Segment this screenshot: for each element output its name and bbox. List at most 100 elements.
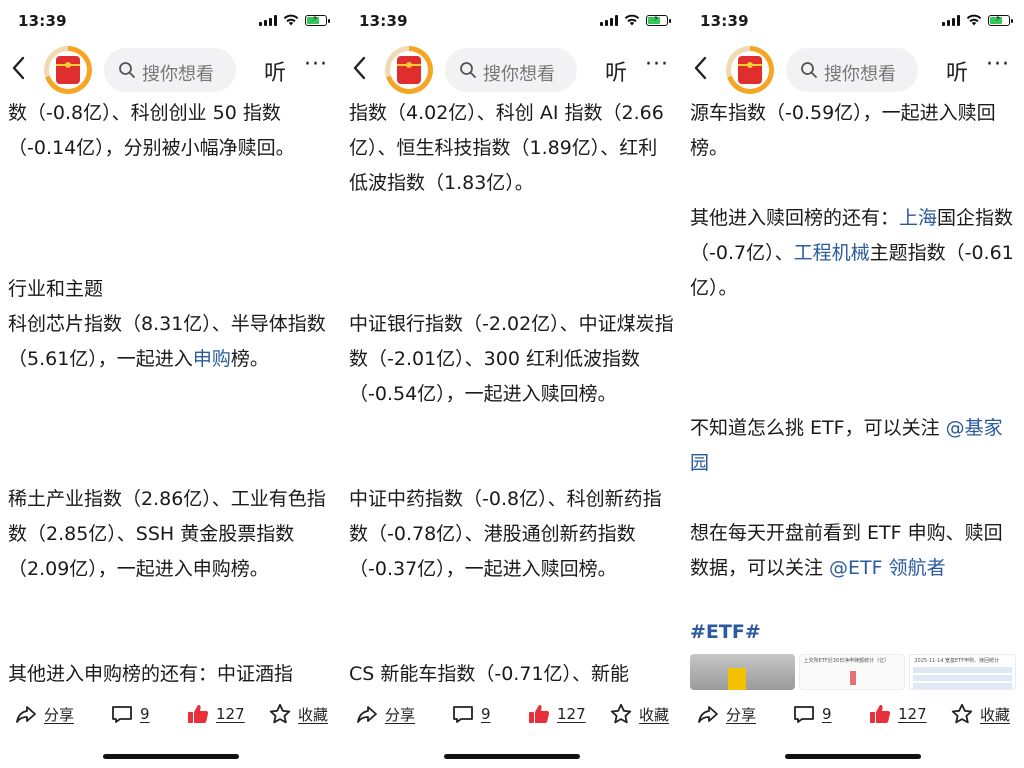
phone-screen-2: 13:39 ⚡ 搜你想看 听 ··· 指数（4.02亿）、科创 AI 指数（2.…: [341, 0, 682, 768]
status-time: 13:39: [700, 12, 749, 30]
article-paragraph: 中证银行指数（-2.02亿）、中证煤炭指数（-2.01亿）、300 红利低波指数…: [349, 307, 674, 412]
status-time: 13:39: [359, 12, 408, 30]
search-icon: [119, 62, 135, 78]
like-button[interactable]: 127: [186, 702, 245, 726]
paragraph-text: 不知道怎么挑 ETF，可以关注: [690, 417, 946, 439]
like-icon: [529, 705, 550, 723]
avatar-redbag-icon[interactable]: [726, 46, 774, 94]
paragraph-text: 其他进入申购榜的还有：中证酒指: [8, 663, 294, 685]
like-icon: [870, 705, 891, 723]
share-label: 分享: [385, 705, 416, 724]
comment-count: 9: [140, 705, 150, 723]
listen-icon[interactable]: 听: [264, 55, 286, 87]
inline-link[interactable]: 工程机械: [794, 242, 870, 264]
favorite-button[interactable]: 收藏: [268, 702, 328, 726]
inline-link[interactable]: @ETF 领航者: [829, 557, 946, 579]
signal-icon: [259, 14, 277, 26]
favorite-button[interactable]: 收藏: [950, 702, 1010, 726]
article-paragraph: 想在每天开盘前看到 ETF 申购、赎回数据，可以关注 @ETF 领航者: [690, 516, 1016, 586]
share-button[interactable]: 分享: [696, 702, 756, 726]
back-button[interactable]: [349, 54, 371, 82]
comment-button[interactable]: 9: [792, 702, 832, 726]
favorite-button[interactable]: 收藏: [609, 702, 669, 726]
inline-link[interactable]: 上海: [899, 207, 937, 229]
article-paragraph: 源车指数（-0.59亿），一起进入赎回榜。: [690, 96, 1016, 166]
search-box[interactable]: 搜你想看: [445, 48, 577, 92]
paragraph-text: 中证中药指数（-0.8亿）、科创新药指数（-0.78亿）、港股通创新药指数（-0…: [349, 488, 662, 580]
hashtag-link[interactable]: #ETF#: [690, 621, 761, 643]
article-paragraph: 其他进入赎回榜的还有：上海国企指数（-0.7亿）、工程机械主题指数（-0.61亿…: [690, 201, 1016, 306]
comment-icon: [794, 706, 814, 723]
like-count: 127: [898, 705, 927, 723]
signal-icon: [600, 14, 618, 26]
home-indicator: [785, 754, 921, 759]
article-paragraph: 科创芯片指数（8.31亿）、半导体指数（5.61亿），一起进入申购榜。: [8, 307, 333, 377]
battery-icon: ⚡: [305, 14, 330, 26]
paragraph-text: 行业和主题: [8, 278, 104, 300]
comment-count: 9: [822, 705, 832, 723]
listen-icon[interactable]: 听: [946, 55, 968, 87]
like-button[interactable]: 127: [868, 702, 927, 726]
search-box[interactable]: 搜你想看: [786, 48, 918, 92]
comment-count: 9: [481, 705, 491, 723]
star-icon: [951, 703, 973, 724]
thumbnail-chart[interactable]: 上交所ETF近30日净申赎额统计（亿）: [798, 654, 906, 690]
nav-bar: 搜你想看 听 ···: [682, 44, 1024, 96]
star-icon: [610, 703, 632, 724]
comment-button[interactable]: 9: [110, 702, 150, 726]
nav-bar: 搜你想看 听 ···: [341, 44, 682, 96]
comment-button[interactable]: 9: [451, 702, 491, 726]
back-icon: [353, 56, 366, 80]
home-indicator: [443, 754, 580, 759]
thumbnail-table-row: [913, 683, 1013, 689]
more-icon[interactable]: ···: [986, 52, 1010, 77]
wifi-icon: [624, 14, 640, 26]
article-content: 数（-0.8亿）、科创创业 50 指数（-0.14亿），分别被小幅净赎回。行业和…: [8, 96, 333, 690]
listen-icon[interactable]: 听: [605, 55, 627, 87]
share-icon: [357, 706, 377, 723]
favorite-label: 收藏: [639, 705, 670, 724]
article-paragraph: 中证中药指数（-0.8亿）、科创新药指数（-0.78亿）、港股通创新药指数（-0…: [349, 482, 674, 587]
search-icon: [460, 62, 476, 78]
action-bar: 分享 9 127 收藏: [682, 696, 1024, 734]
status-bar: 13:39 ⚡: [341, 0, 682, 40]
search-box[interactable]: 搜你想看: [104, 48, 236, 92]
article-paragraph: 行业和主题: [8, 272, 333, 307]
share-button[interactable]: 分享: [14, 702, 74, 726]
status-icons: ⚡: [600, 14, 671, 26]
wifi-icon: [283, 14, 299, 26]
back-button[interactable]: [8, 54, 30, 82]
action-bar: 分享 9 127 收藏: [0, 696, 341, 734]
thumbnail-table[interactable]: 2025-11-14 宽基ETF申购、赎回统计: [909, 654, 1016, 690]
favorite-label: 收藏: [298, 705, 329, 724]
article-paragraph: 指数（4.02亿）、科创 AI 指数（2.66亿）、恒生科技指数（1.89亿）、…: [349, 96, 674, 201]
paragraph-text: 中证银行指数（-2.02亿）、中证煤炭指数（-2.01亿）、300 红利低波指数…: [349, 313, 674, 405]
image-thumbnails: 上交所ETF近30日净申赎额统计（亿） 2025-11-14 宽基ETF申购、赎回…: [690, 654, 1016, 690]
like-icon: [188, 705, 209, 723]
status-bar: 13:39 ⚡: [0, 0, 341, 40]
inline-link[interactable]: 申购: [193, 348, 231, 370]
article-content: 源车指数（-0.59亿），一起进入赎回榜。其他进入赎回榜的还有：上海国企指数（-…: [690, 96, 1016, 690]
thumbnail-image[interactable]: [690, 654, 795, 690]
like-button[interactable]: 127: [527, 702, 586, 726]
back-icon: [12, 56, 25, 80]
search-placeholder: 搜你想看: [142, 64, 214, 85]
share-icon: [698, 706, 718, 723]
thumbnail-table-row: [913, 675, 1013, 681]
share-button[interactable]: 分享: [355, 702, 415, 726]
paragraph-text: 科创芯片指数（8.31亿）、半导体指数（5.61亿），一起进入: [8, 313, 326, 370]
more-icon[interactable]: ···: [304, 52, 328, 77]
comment-icon: [453, 706, 473, 723]
like-count: 127: [216, 705, 245, 723]
paragraph-text: 数（-0.8亿）、科创创业 50 指数（-0.14亿），分别被小幅净赎回。: [8, 102, 295, 159]
nav-bar: 搜你想看 听 ···: [0, 44, 341, 96]
article-paragraph: 数（-0.8亿）、科创创业 50 指数（-0.14亿），分别被小幅净赎回。: [8, 96, 333, 166]
article-paragraph: 其他进入申购榜的还有：中证酒指: [8, 657, 333, 690]
more-icon[interactable]: ···: [645, 52, 669, 77]
back-button[interactable]: [690, 54, 712, 82]
avatar-redbag-icon[interactable]: [44, 46, 92, 94]
thumbnail-bar: [849, 671, 856, 685]
search-icon: [801, 62, 817, 78]
avatar-redbag-icon[interactable]: [385, 46, 433, 94]
phone-screen-1: 13:39 ⚡ 搜你想看 听 ··· 数（-0.8亿）、科创创业 50 指数（-…: [0, 0, 341, 768]
